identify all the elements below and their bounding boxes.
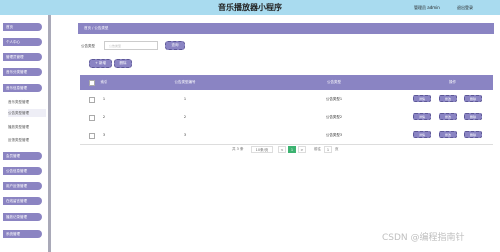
sidebar-item-system[interactable]: 系统管理: [3, 230, 42, 238]
goto-label: 前往: [314, 147, 321, 151]
header-type: 公告类型: [327, 80, 341, 84]
cell-index: 3: [102, 133, 106, 137]
header-code: 公告类型编号: [174, 80, 196, 84]
page-button-current[interactable]: 1: [288, 146, 296, 153]
sidebar-subitem-feedback-type[interactable]: 反馈类型管理: [8, 136, 46, 144]
table-row: 1 1 公告类型1 详情 修改 删除: [80, 90, 493, 109]
table-row: 3 3 公告类型3 详情 修改 删除: [80, 126, 493, 145]
cell-code: 2: [183, 115, 187, 119]
cell-type: 公告类型3: [325, 133, 343, 137]
prev-page-button[interactable]: <: [278, 146, 286, 153]
sidebar-item-feedback[interactable]: 用户反馈管理: [3, 182, 42, 190]
cell-type: 公告类型1: [325, 97, 343, 101]
header-index: 索引: [100, 80, 108, 84]
row-delete-button[interactable]: 删除: [464, 95, 482, 102]
sidebar-item-play-records[interactable]: 播放记录管理: [3, 213, 42, 221]
sidebar-item-music-info[interactable]: 音乐信息管理: [3, 84, 42, 92]
pagination-total: 共 3 条: [232, 147, 244, 151]
sidebar-subitem-play-type[interactable]: 播放类型管理: [8, 123, 46, 131]
table-header: 索引 公告类型编号 公告类型 操作: [80, 75, 493, 90]
row-delete-button[interactable]: 删除: [464, 131, 482, 138]
cell-index: 1: [102, 97, 106, 101]
detail-button[interactable]: 详情: [413, 113, 431, 120]
next-page-button[interactable]: >: [298, 146, 306, 153]
edit-button[interactable]: 修改: [439, 131, 457, 138]
goto-input[interactable]: 1: [324, 146, 332, 153]
sidebar-item-music-category[interactable]: 音乐分类管理: [3, 68, 42, 76]
sidebar-subitem-music-type[interactable]: 音乐类型管理: [8, 98, 46, 106]
search-input[interactable]: 公告类型: [104, 41, 158, 50]
sidebar-item-notices[interactable]: 公告信息管理: [3, 167, 42, 175]
add-button[interactable]: + 新增: [89, 59, 112, 68]
page-size-select[interactable]: 10条/页: [251, 146, 273, 153]
watermark: CSDN @编程指南针: [382, 233, 465, 243]
search-button[interactable]: 查询: [165, 41, 185, 50]
sidebar-item-members[interactable]: 会员管理: [3, 152, 42, 160]
sidebar-item-profile[interactable]: 个人中心: [3, 38, 42, 46]
detail-button[interactable]: 详情: [413, 95, 431, 102]
cell-code: 1: [183, 97, 187, 101]
search-label: 公告类型: [81, 44, 95, 48]
sidebar-scrollbar[interactable]: [48, 15, 51, 252]
row-delete-button[interactable]: 删除: [464, 113, 482, 120]
sidebar-item-messages[interactable]: 在线留言管理: [3, 197, 42, 205]
goto-suffix: 页: [335, 147, 339, 151]
cell-type: 公告类型2: [325, 115, 343, 119]
sidebar-item-admins[interactable]: 管理员管理: [3, 53, 42, 61]
sidebar-item-home[interactable]: 首页: [3, 23, 42, 31]
table-row: 2 2 公告类型2 详情 修改 删除: [80, 108, 493, 127]
breadcrumb: 首页 / 公告类型: [78, 23, 494, 34]
logout-link[interactable]: 退出登录: [457, 5, 473, 11]
cell-index: 2: [102, 115, 106, 119]
cell-code: 3: [183, 133, 187, 137]
admin-label: 管理员 admin: [414, 5, 440, 10]
delete-button[interactable]: 删除: [114, 59, 132, 68]
header-actions: 操作: [449, 80, 456, 84]
sidebar-subitem-notice-type[interactable]: 公告类型管理: [8, 109, 46, 117]
sidebar: 首页 个人中心 管理员管理 音乐分类管理 音乐信息管理 音乐类型管理 公告类型管…: [0, 15, 51, 252]
edit-button[interactable]: 修改: [439, 113, 457, 120]
detail-button[interactable]: 详情: [413, 131, 431, 138]
edit-button[interactable]: 修改: [439, 95, 457, 102]
